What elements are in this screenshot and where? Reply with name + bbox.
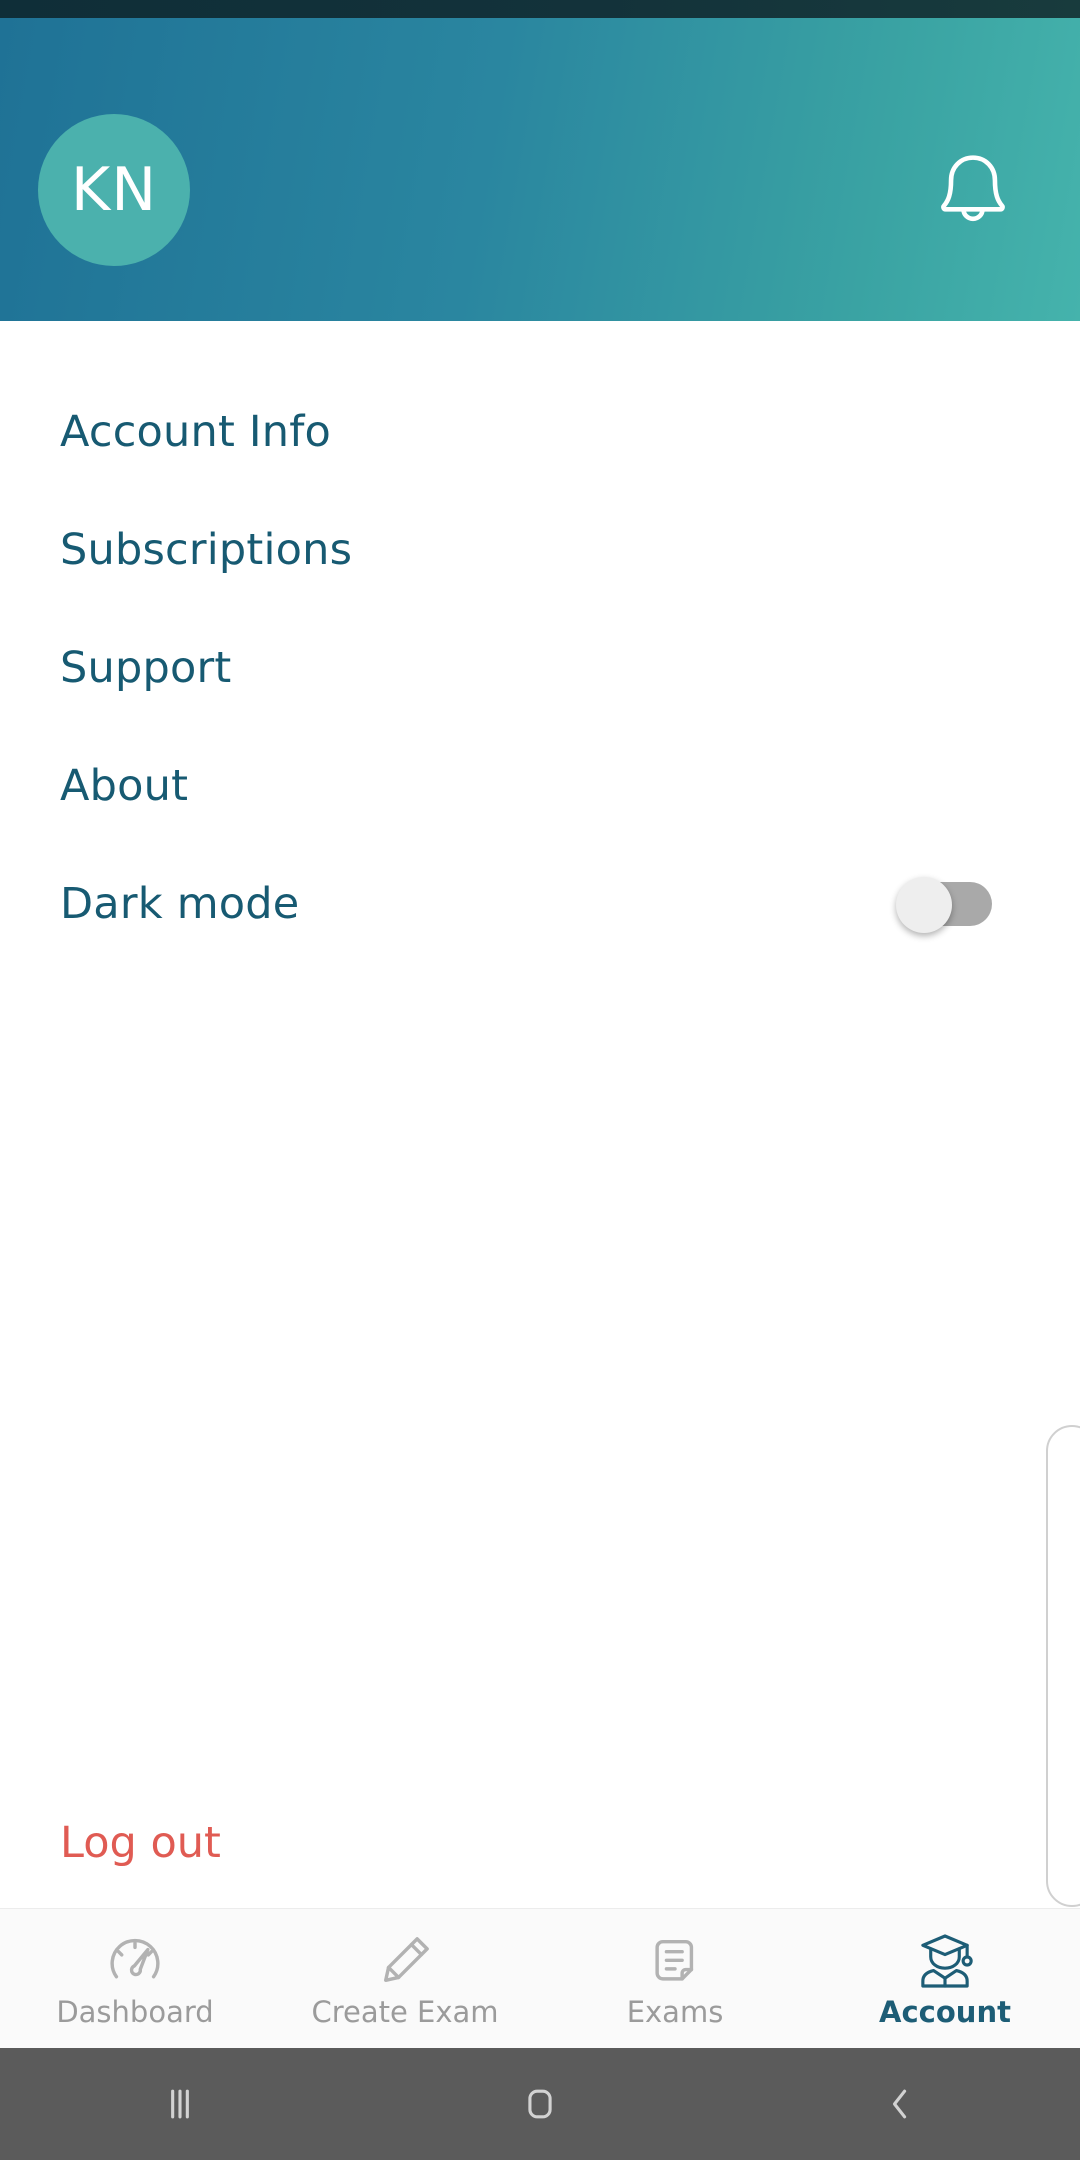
menu-item-label: About — [60, 761, 189, 811]
menu-item-support[interactable]: Support — [0, 609, 1080, 727]
settings-menu: Account Info Subscriptions Support About… — [0, 321, 1080, 1908]
back-button[interactable] — [720, 2048, 1080, 2160]
bell-icon — [930, 147, 1016, 239]
menu-item-label: Support — [60, 643, 232, 693]
tab-create-exam[interactable]: Create Exam — [270, 1909, 540, 2048]
recents-icon — [158, 2082, 202, 2126]
tab-label: Create Exam — [311, 1995, 499, 2029]
menu-item-label: Dark mode — [60, 879, 300, 929]
tab-label: Dashboard — [56, 1995, 214, 2029]
app-header: KN — [0, 18, 1080, 321]
documents-icon — [645, 1930, 705, 1992]
speedometer-icon — [105, 1930, 165, 1992]
system-navigation-bar — [0, 2048, 1080, 2160]
tab-exams[interactable]: Exams — [540, 1909, 810, 2048]
tab-label: Exams — [626, 1995, 724, 2029]
app-screen: KN Account Info Subscriptions Support Ab… — [0, 0, 1080, 2160]
tab-account[interactable]: Account — [810, 1909, 1080, 2048]
menu-item-account-info[interactable]: Account Info — [0, 373, 1080, 491]
recents-button[interactable] — [0, 2048, 360, 2160]
logout-row[interactable]: Log out — [0, 1818, 1080, 1868]
tab-dashboard[interactable]: Dashboard — [0, 1909, 270, 2048]
menu-item-label: Subscriptions — [60, 525, 353, 575]
logout-button[interactable]: Log out — [60, 1818, 221, 1868]
home-icon — [518, 2082, 562, 2126]
menu-item-label: Account Info — [60, 407, 332, 457]
status-bar — [0, 0, 1080, 18]
menu-item-dark-mode[interactable]: Dark mode — [0, 845, 1080, 963]
pencil-icon — [375, 1930, 435, 1992]
menu-item-subscriptions[interactable]: Subscriptions — [0, 491, 1080, 609]
avatar[interactable]: KN — [38, 114, 190, 266]
dark-mode-toggle[interactable] — [896, 877, 992, 933]
home-button[interactable] — [360, 2048, 720, 2160]
toggle-thumb — [896, 877, 952, 933]
bottom-tab-bar: Dashboard Create Exam Exams Account — [0, 1908, 1080, 2048]
graduate-icon — [915, 1930, 975, 1992]
tab-label: Account — [879, 1995, 1011, 2029]
avatar-initials: KN — [70, 155, 158, 225]
notifications-button[interactable] — [918, 138, 1028, 248]
back-icon — [878, 2082, 922, 2126]
menu-item-about[interactable]: About — [0, 727, 1080, 845]
